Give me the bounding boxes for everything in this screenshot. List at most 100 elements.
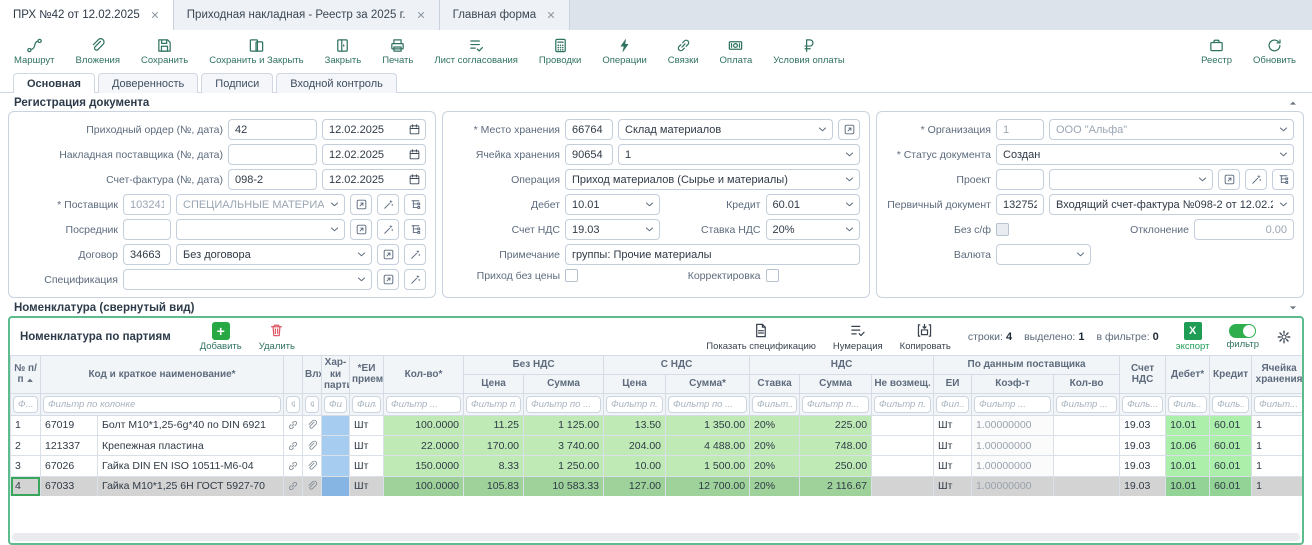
col-credit-header[interactable]: Кредит	[1210, 356, 1252, 394]
chain-icon[interactable]	[287, 480, 299, 492]
filter-input[interactable]	[606, 396, 663, 413]
cell-name[interactable]: Болт М10*1,25-6g*40 по DIN 6921	[98, 415, 284, 435]
filter-input[interactable]	[936, 396, 969, 413]
cell-sum_no_vat[interactable]: 1 125.00	[524, 415, 604, 435]
filter-input[interactable]	[1122, 396, 1163, 413]
cell-price_vat[interactable]: 13.50	[604, 415, 666, 435]
intermediary-value-input[interactable]	[176, 219, 345, 240]
filter-input[interactable]	[1254, 396, 1304, 413]
collapse-up-icon[interactable]	[1288, 98, 1298, 108]
toolbar-links-button[interactable]: Связки	[668, 37, 699, 66]
filter-input[interactable]	[305, 396, 319, 413]
cell-sup_qty[interactable]	[1054, 456, 1120, 476]
storage-cell-code-input[interactable]	[565, 144, 613, 165]
cell-cell[interactable]: 1	[1252, 415, 1304, 435]
add-row-button[interactable]: + Добавить	[200, 322, 242, 352]
batch-characteristics-cell[interactable]	[322, 435, 350, 455]
cell-clip[interactable]	[303, 435, 322, 455]
cell-credit[interactable]: 60.01	[1210, 435, 1252, 455]
cell-name[interactable]: Гайка DIN EN ISO 10511-М6-04	[98, 456, 284, 476]
storage-cell-value-input[interactable]	[618, 144, 860, 165]
cell-vat_account[interactable]: 19.03	[1120, 415, 1166, 435]
vat-account-value-input[interactable]	[565, 219, 660, 240]
filter-input[interactable]	[13, 396, 38, 413]
window-tab-doc[interactable]: ПРХ №42 от 12.02.2025	[0, 0, 174, 30]
cell-qty[interactable]: 22.0000	[384, 435, 464, 455]
cell-vat_sum[interactable]: 748.00	[800, 435, 872, 455]
cell-price_no_vat[interactable]: 8.33	[464, 456, 524, 476]
col-receipt-unit-header[interactable]: *ЕИ приемки	[350, 356, 384, 394]
chain-icon[interactable]	[287, 419, 299, 431]
credit-value-input[interactable]	[766, 194, 861, 215]
cell-sum_vat[interactable]: 12 700.00	[666, 476, 750, 496]
filter-toggle[interactable]: фильтр	[1226, 324, 1259, 350]
cell-code[interactable]: 67026	[41, 456, 98, 476]
toolbar-save-button[interactable]: Сохранить	[141, 37, 188, 66]
cell-debit[interactable]: 10.06	[1166, 435, 1210, 455]
batch-characteristics-cell[interactable]	[322, 415, 350, 435]
filter-input[interactable]	[1056, 396, 1117, 413]
calendar-icon[interactable]	[408, 123, 421, 136]
cell-rate[interactable]: 20%	[750, 456, 800, 476]
cell-coef[interactable]: 1.00000000	[972, 415, 1054, 435]
close-icon[interactable]	[416, 10, 426, 20]
close-icon[interactable]	[546, 10, 556, 20]
filter-input[interactable]	[874, 396, 931, 413]
project-wizard-button[interactable]	[1245, 169, 1267, 190]
cell-rate[interactable]: 20%	[750, 435, 800, 455]
invoice-factura-number-input[interactable]	[228, 169, 317, 190]
cell-link[interactable]	[284, 476, 303, 496]
cell-num[interactable]: 2	[11, 435, 41, 455]
cell-sum_no_vat[interactable]: 10 583.33	[524, 476, 604, 496]
gear-icon[interactable]	[1276, 329, 1292, 345]
export-excel-button[interactable]: X экспорт	[1176, 322, 1210, 352]
debit-value-input[interactable]	[565, 194, 660, 215]
col-quantity-header[interactable]: Кол-во*	[384, 356, 464, 394]
cell-not_reimb[interactable]	[872, 456, 934, 476]
contract-wizard-button[interactable]	[404, 244, 426, 265]
cell-credit[interactable]: 60.01	[1210, 476, 1252, 496]
cell-cell[interactable]: 1	[1252, 476, 1304, 496]
cell-sup_ei[interactable]: Шт	[934, 415, 972, 435]
prihod-order-number-input[interactable]	[228, 119, 317, 140]
toolbar-operations-button[interactable]: Операции	[602, 37, 646, 66]
col-sum-no-vat-header[interactable]: Сумма	[524, 374, 604, 393]
cell-sum_vat[interactable]: 4 488.00	[666, 435, 750, 455]
cell-code[interactable]: 67019	[41, 415, 98, 435]
cell-sup_ei[interactable]: Шт	[934, 456, 972, 476]
col-code-name-header[interactable]: Код и краткое наименование*	[41, 356, 284, 394]
cell-not_reimb[interactable]	[872, 435, 934, 455]
paperclip-icon[interactable]	[306, 460, 318, 472]
cell-qty[interactable]: 150.0000	[384, 456, 464, 476]
storage-place-value-input[interactable]	[618, 119, 833, 140]
operation-combo[interactable]	[565, 169, 860, 190]
specification-combo[interactable]	[123, 269, 372, 290]
cell-sum_vat[interactable]: 1 350.00	[666, 415, 750, 435]
col-batch-characteristics-header[interactable]: Хар-ки партии	[322, 356, 350, 394]
cell-link[interactable]	[284, 435, 303, 455]
organization-value-input[interactable]	[1049, 119, 1294, 140]
numbering-button[interactable]: Нумерация	[833, 322, 883, 352]
supplier-hierarchy-button[interactable]	[404, 194, 426, 215]
table-row[interactable]: 2121337Крепежная пластинаШт22.0000170.00…	[11, 435, 1305, 455]
intermediary-hierarchy-button[interactable]	[404, 219, 426, 240]
calendar-icon[interactable]	[408, 173, 421, 186]
storage-cell-combo[interactable]	[618, 144, 860, 165]
cell-debit[interactable]: 10.01	[1166, 415, 1210, 435]
cell-name[interactable]: Крепежная пластина	[98, 435, 284, 455]
toolbar-refresh-button[interactable]: Обновить	[1253, 37, 1296, 66]
tab-main[interactable]: Основная	[13, 73, 95, 93]
cell-price_no_vat[interactable]: 170.00	[464, 435, 524, 455]
primary-document-code-input[interactable]	[996, 194, 1044, 215]
project-hierarchy-button[interactable]	[1272, 169, 1294, 190]
credit-combo[interactable]	[766, 194, 861, 215]
note-input[interactable]	[565, 244, 860, 265]
contract-value-input[interactable]	[176, 244, 372, 265]
cell-debit[interactable]: 10.01	[1166, 456, 1210, 476]
cell-ei[interactable]: Шт	[350, 435, 384, 455]
vat-rate-combo[interactable]	[766, 219, 861, 240]
filter-input[interactable]	[974, 396, 1051, 413]
document-status-combo[interactable]	[996, 144, 1294, 165]
primary-document-combo[interactable]	[1049, 194, 1294, 215]
filter-input[interactable]	[352, 396, 381, 413]
